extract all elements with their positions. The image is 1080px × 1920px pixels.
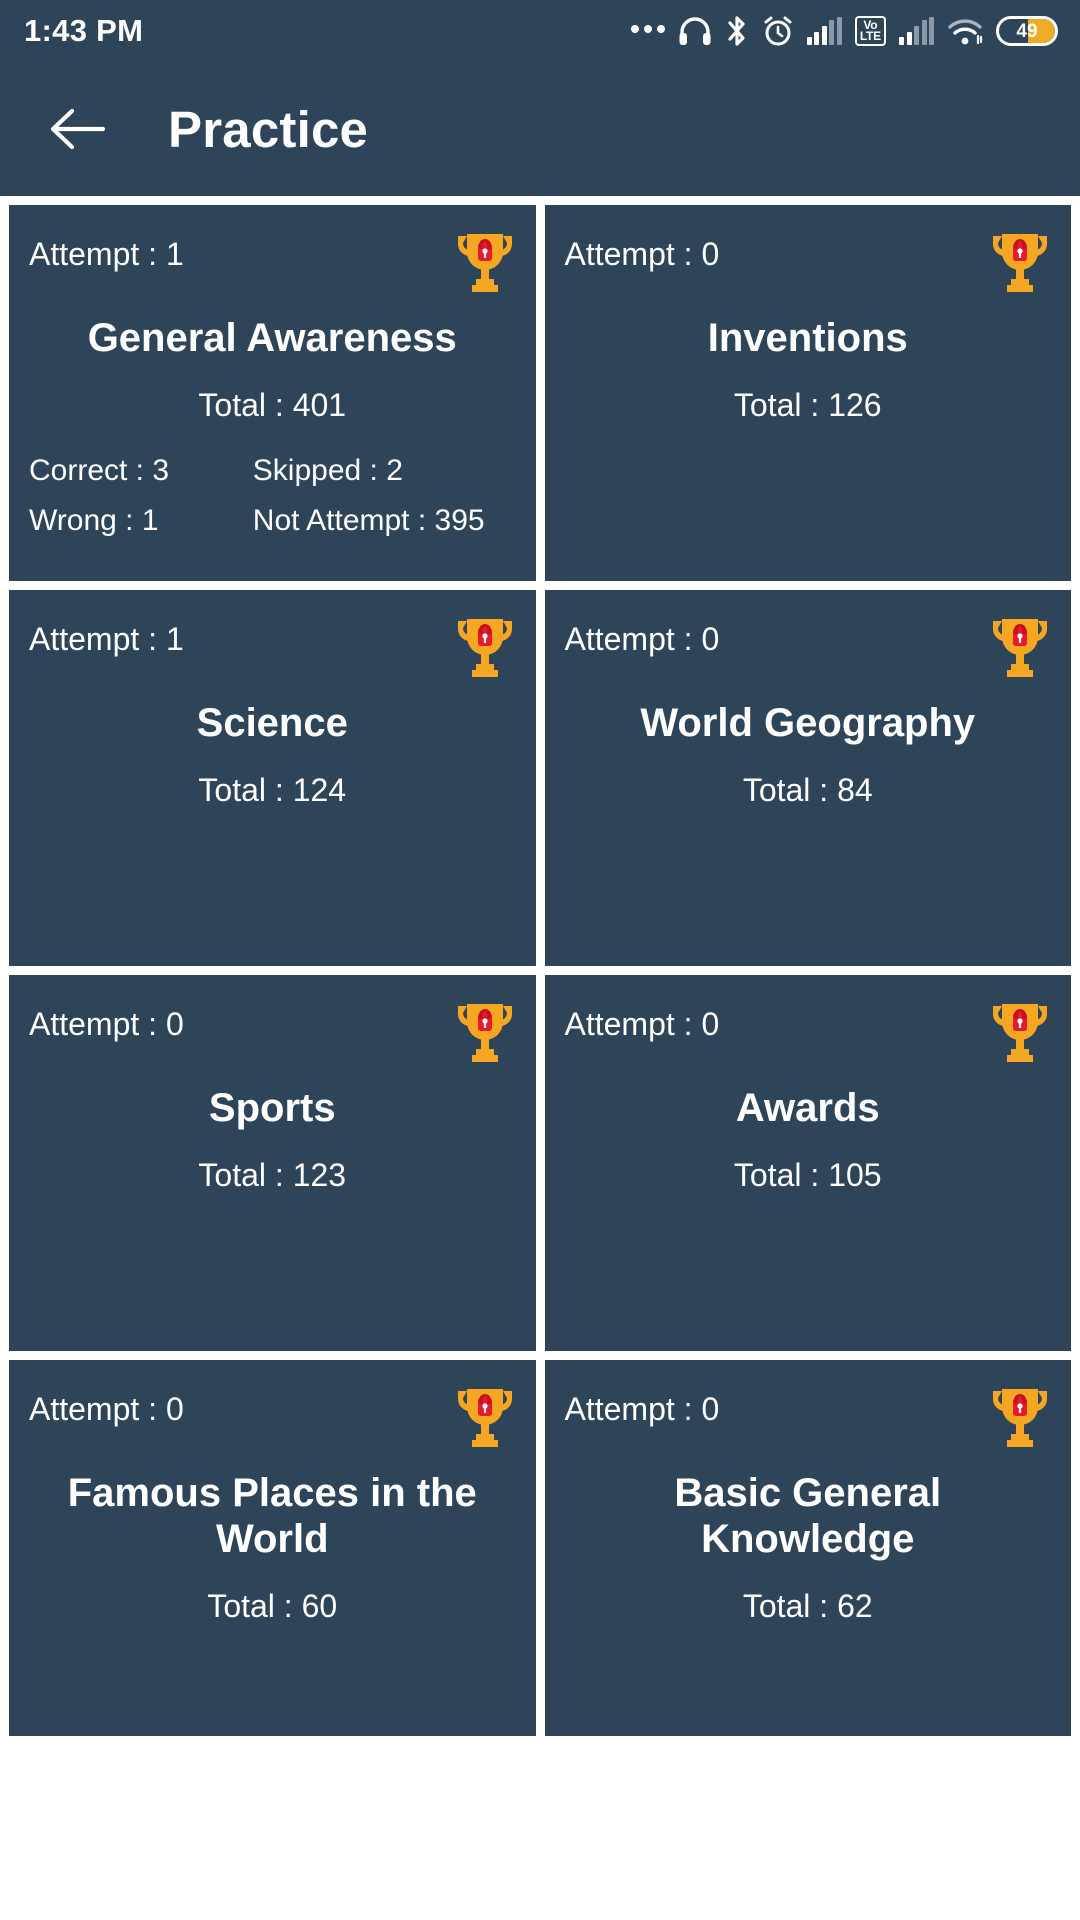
more-dots-icon <box>630 25 665 37</box>
card-title: Basic General Knowledge <box>674 1471 942 1561</box>
stat-skipped: Skipped : 2 <box>252 454 403 487</box>
stat-correct: Correct : 3 <box>29 454 170 487</box>
card-header: Attempt : 0 <box>565 227 1052 293</box>
stat-row: Wrong : 1 Not Attempt : 395 <box>29 504 516 538</box>
card-header: Attempt : 1 <box>29 612 516 678</box>
battery-level: 49 <box>1016 20 1038 42</box>
status-bar: 1:43 PM Vo LTE 49 <box>0 0 1080 62</box>
attempt-label: Attempt : 0 <box>564 236 720 272</box>
card-header: Attempt : 0 <box>29 1382 516 1448</box>
card-total: Total : 60 <box>207 1588 338 1624</box>
card-total: Total : 126 <box>733 387 882 423</box>
card-header: Attempt : 0 <box>565 997 1052 1063</box>
locked-trophy-icon <box>992 234 1048 292</box>
card-title: Sports <box>208 1086 336 1130</box>
card-title: Famous Places in the World <box>67 1471 477 1561</box>
attempt-label: Attempt : 0 <box>564 1006 720 1042</box>
practice-card[interactable]: Attempt : 0 Inventions Total : 126 <box>544 205 1071 581</box>
card-stats: Correct : 3 Skipped : 2 Wrong : 1 Not At… <box>29 454 516 538</box>
stat-wrong: Wrong : 1 <box>29 504 159 537</box>
page-title: Practice <box>168 100 369 158</box>
signal-bars-icon <box>806 17 842 45</box>
locked-trophy-icon <box>457 1004 512 1062</box>
battery-icon: 49 <box>996 16 1058 46</box>
arrow-left-icon <box>50 108 106 150</box>
card-title: Science <box>196 701 348 745</box>
practice-card[interactable]: Attempt : 1 Science Total : 124 <box>9 590 536 966</box>
stat-row: Correct : 3 Skipped : 2 <box>29 454 516 488</box>
practice-card[interactable]: Attempt : 0 Basic General Knowledge Tota… <box>544 1360 1071 1736</box>
status-clock: 1:43 PM <box>24 13 144 48</box>
headphones-icon <box>678 16 712 46</box>
card-title: World Geography <box>640 701 976 745</box>
attempt-label: Attempt : 1 <box>29 236 184 272</box>
stat-not-attempt: Not Attempt : 395 <box>252 504 485 537</box>
status-icons: Vo LTE 49 <box>630 15 1058 47</box>
card-total: Total : 105 <box>733 1157 882 1193</box>
attempt-label: Attempt : 0 <box>564 1391 720 1427</box>
locked-trophy-icon <box>992 1004 1048 1062</box>
attempt-label: Attempt : 0 <box>29 1006 184 1042</box>
card-total: Total : 123 <box>198 1157 347 1193</box>
volte-bottom: LTE <box>859 29 881 43</box>
locked-trophy-icon <box>992 619 1048 677</box>
back-button[interactable] <box>46 98 108 160</box>
locked-trophy-icon <box>992 1389 1048 1447</box>
card-title: Inventions <box>707 316 908 360</box>
signal-bars-icon-2 <box>899 17 934 45</box>
attempt-label: Attempt : 0 <box>564 621 720 657</box>
card-header: Attempt : 1 <box>29 227 516 293</box>
alarm-icon <box>762 15 794 47</box>
attempt-label: Attempt : 1 <box>29 621 184 657</box>
app-bar: Practice <box>0 62 1080 196</box>
bluetooth-icon <box>725 15 749 47</box>
card-total: Total : 401 <box>198 387 347 423</box>
practice-card[interactable]: Attempt : 0 Famous Places in the World T… <box>9 1360 536 1736</box>
card-header: Attempt : 0 <box>565 612 1052 678</box>
card-header: Attempt : 0 <box>565 1382 1052 1448</box>
screen: 1:43 PM Vo LTE 49 Practice Attempt: 1 G… <box>0 0 1080 1920</box>
attempt-label: Attempt : 0 <box>29 1391 184 1427</box>
wifi-icon <box>947 16 983 46</box>
card-title: Awards <box>735 1086 880 1130</box>
card-title: General Awareness <box>87 316 457 360</box>
card-total: Total : 124 <box>198 772 347 808</box>
card-total: Total : 84 <box>742 772 873 808</box>
locked-trophy-icon <box>457 234 512 292</box>
practice-card[interactable]: Attempt : 1 General Awareness Total : 40… <box>9 205 536 581</box>
locked-trophy-icon <box>457 1389 512 1447</box>
practice-card[interactable]: Attempt : 0 Awards Total : 105 <box>544 975 1071 1351</box>
practice-card[interactable]: Attempt : 0 Sports Total : 123 <box>9 975 536 1351</box>
volte-icon: Vo LTE <box>854 16 886 46</box>
locked-trophy-icon <box>457 619 512 677</box>
practice-card-grid: Attempt : 1 General Awareness Total : 40… <box>0 196 1080 1920</box>
card-header: Attempt : 0 <box>29 997 516 1063</box>
practice-card[interactable]: Attempt : 0 World Geography Total : 84 <box>544 590 1071 966</box>
card-total: Total : 62 <box>742 1588 873 1624</box>
